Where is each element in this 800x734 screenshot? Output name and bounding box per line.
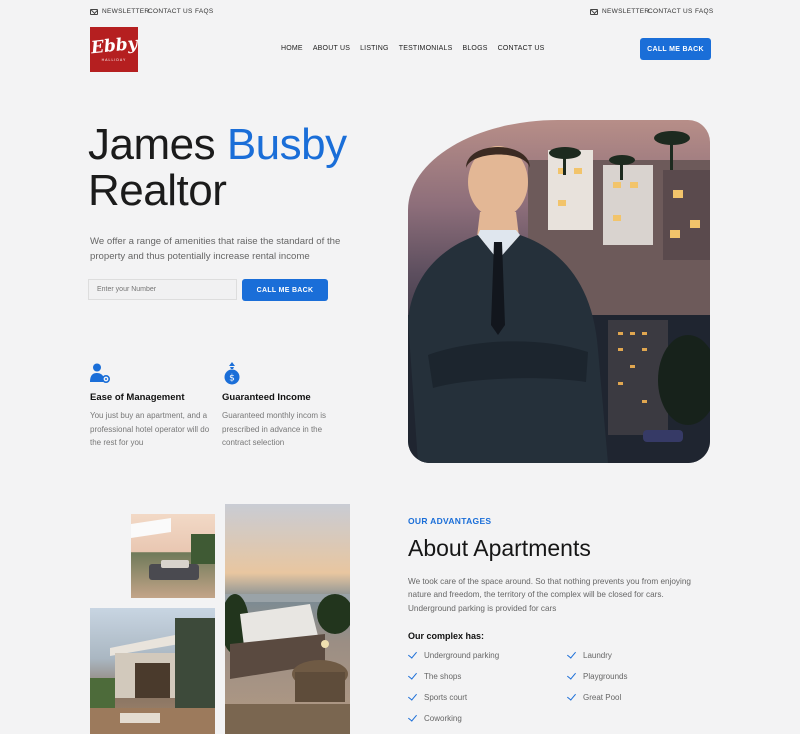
list-item: The shops	[408, 670, 462, 681]
list-item-label: Playgrounds	[583, 672, 628, 681]
hero-call-me-back-button[interactable]: Call Me Back	[242, 279, 328, 301]
logo-subtext: HALLIDAY	[101, 57, 127, 62]
list-item: Laundry	[567, 649, 612, 660]
feature-text-income: Guaranteed monthly incom is prescribed i…	[222, 411, 327, 447]
hero-title-highlight: Busby	[226, 120, 347, 169]
check-icon	[567, 691, 576, 701]
check-icon	[408, 712, 417, 722]
list-item: Coworking	[408, 712, 462, 723]
check-icon	[567, 670, 576, 680]
topbar-faqs-link[interactable]: FAQs	[195, 8, 214, 15]
nav-about-us[interactable]: About Us	[313, 45, 350, 52]
nav-home[interactable]: Home	[281, 45, 303, 52]
rooftop-terrace-photo	[131, 514, 215, 598]
topbar-faqs-link-right[interactable]: FAQs	[695, 8, 714, 15]
logo-wordmark: Ebby	[89, 33, 139, 58]
check-icon	[408, 670, 417, 680]
check-icon	[567, 649, 576, 659]
topbar-contact-link[interactable]: Contact Us	[148, 8, 193, 15]
user-gear-icon	[89, 362, 111, 384]
nav-listing[interactable]: Listing	[360, 45, 389, 52]
money-bag-icon: $	[222, 362, 242, 386]
list-item: Sports court	[408, 691, 468, 702]
topbar-newsletter-label: Newsletter	[602, 8, 650, 15]
list-item-label: The shops	[424, 672, 462, 681]
modern-house-photo	[90, 608, 215, 734]
hero-description: We offer a range of amenities that raise…	[90, 236, 341, 262]
hero-title-second: Realtor	[88, 166, 227, 215]
mail-icon	[590, 8, 598, 15]
topbar-contact-link-right[interactable]: Contact Us	[648, 8, 693, 15]
topbar-newsletter-link-right[interactable]: Newsletter	[590, 8, 649, 15]
main-nav: Home About Us Listing Testimonials Blogs…	[281, 45, 544, 52]
nav-blogs[interactable]: Blogs	[462, 45, 487, 52]
advantages-label: Our Advantages	[408, 516, 492, 526]
list-item: Playgrounds	[567, 670, 628, 681]
brand-logo[interactable]: Ebby HALLIDAY	[90, 27, 138, 72]
list-item-label: Laundry	[583, 651, 612, 660]
feature-title-management: Ease of Management	[90, 392, 185, 403]
list-item-label: Coworking	[424, 714, 462, 723]
svg-text:$: $	[229, 374, 235, 384]
mail-icon	[90, 8, 98, 15]
check-icon	[408, 649, 417, 659]
about-description: We took care of the space around. So tha…	[408, 577, 691, 613]
check-icon	[408, 691, 417, 701]
topbar-newsletter-link[interactable]: Newsletter	[90, 8, 149, 15]
realtor-hero-image	[408, 120, 710, 463]
list-item: Great Pool	[567, 691, 622, 702]
list-item-label: Great Pool	[583, 693, 622, 702]
phone-number-input[interactable]	[88, 279, 237, 300]
balcony-lounge-photo	[225, 504, 350, 734]
nav-testimonials[interactable]: Testimonials	[399, 45, 453, 52]
list-item-label: Underground parking	[424, 651, 500, 660]
list-item: Underground parking	[408, 649, 500, 660]
list-item-label: Sports court	[424, 693, 468, 702]
feature-text-management: You just buy an apartment, and a profess…	[90, 411, 210, 447]
hero-title-first: James	[88, 120, 216, 169]
complex-features-title: Our complex has:	[408, 631, 485, 641]
feature-title-income: Guaranteed Income	[222, 392, 311, 403]
about-title: About Apartments	[408, 535, 591, 561]
nav-contact-us[interactable]: Contact Us	[498, 45, 545, 52]
hero-title: James Busby Realtor	[88, 122, 347, 214]
topbar-newsletter-label: Newsletter	[102, 8, 150, 15]
header-call-me-back-button[interactable]: Call Me Back	[640, 38, 711, 60]
